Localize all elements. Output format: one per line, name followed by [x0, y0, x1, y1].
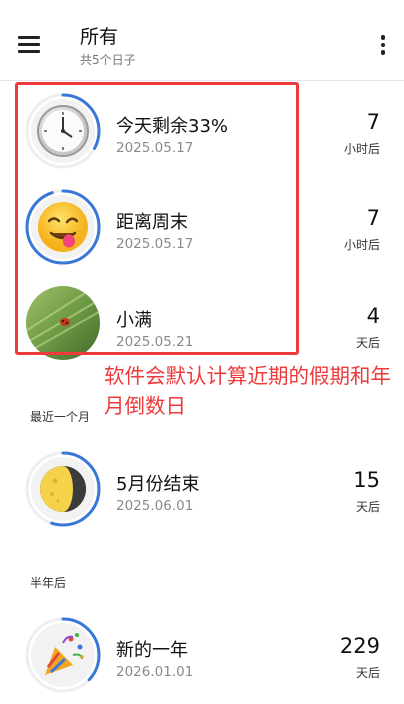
- item-name: 小满: [116, 310, 152, 331]
- item-date: 2025.05.17: [116, 140, 194, 156]
- item-date: 2025.05.17: [116, 236, 194, 252]
- clock-icon: [31, 99, 95, 163]
- item-count: 4: [366, 304, 380, 328]
- smiling-face-icon: [31, 195, 95, 259]
- list-item[interactable]: 新的一年 2026.01.01 229 天后: [0, 612, 404, 704]
- item-name: 今天剩余33%: [116, 116, 229, 137]
- section-header-recent-month: 最近一个月: [30, 410, 91, 424]
- page-title: 所有: [80, 26, 119, 48]
- more-options-icon[interactable]: [380, 35, 386, 55]
- list-item[interactable]: 今天剩余33% 2025.05.17 7 小时后: [0, 88, 404, 180]
- item-unit: 天后: [355, 500, 380, 514]
- menu-icon[interactable]: [18, 36, 40, 54]
- item-name: 5月份结束: [116, 474, 200, 495]
- item-count: 15: [353, 468, 380, 492]
- item-unit: 小时后: [343, 142, 380, 156]
- item-date: 2025.05.21: [116, 334, 194, 350]
- moon-icon: [31, 457, 95, 521]
- annotation-text: 软件会默认计算近期的假期和年月倒数日: [104, 364, 391, 418]
- item-unit: 天后: [355, 666, 380, 680]
- item-name: 新的一年: [116, 640, 188, 661]
- ladybug-photo: [26, 286, 100, 360]
- item-count: 229: [339, 634, 380, 658]
- item-count: 7: [366, 110, 380, 134]
- list-item[interactable]: 5月份结束 2025.06.01 15 天后: [0, 446, 404, 538]
- page-subtitle: 共5个日子: [80, 53, 136, 67]
- item-unit: 天后: [355, 336, 380, 350]
- item-unit: 小时后: [343, 238, 380, 252]
- list-item[interactable]: 距离周末 2025.05.17 7 小时后: [0, 184, 404, 276]
- item-name: 距离周末: [116, 212, 188, 233]
- app-bar: 所有 共5个日子: [0, 0, 404, 81]
- item-date: 2026.01.01: [116, 664, 194, 680]
- party-popper-icon: [31, 623, 95, 687]
- section-header-half-year: 半年后: [30, 576, 67, 590]
- item-count: 7: [366, 206, 380, 230]
- item-date: 2025.06.01: [116, 498, 194, 514]
